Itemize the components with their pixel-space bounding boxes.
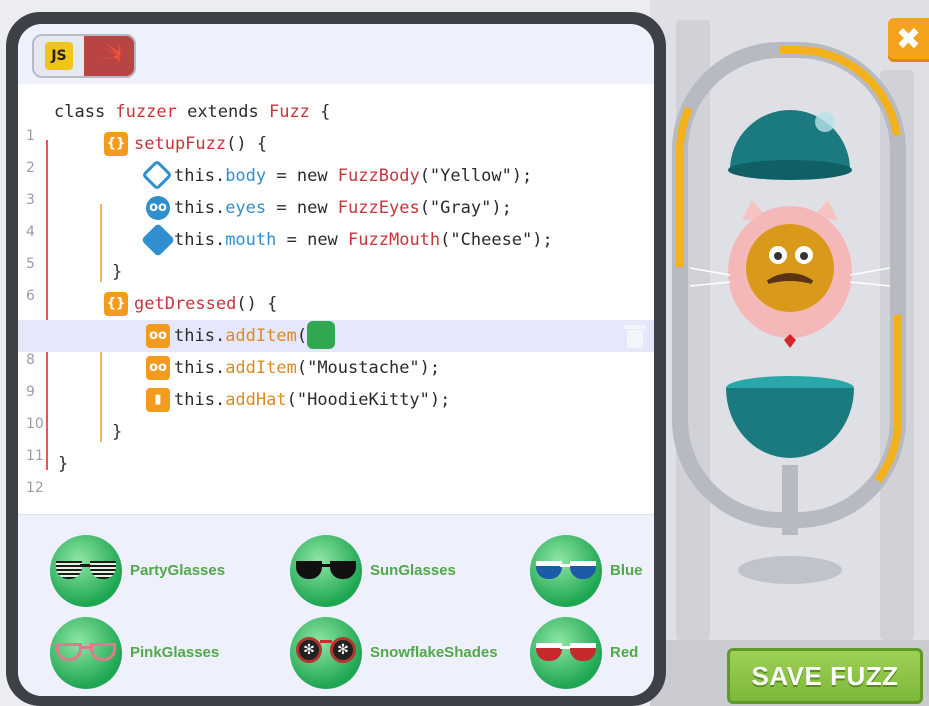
mouth-icon[interactable]: [141, 223, 175, 257]
editor-panel: JS 1 class fuzzer extends Fuzz { 2 {} se…: [6, 12, 666, 706]
code-line: 1 class fuzzer extends Fuzz {: [18, 96, 654, 144]
pink-glasses-icon: [50, 617, 122, 689]
code-line: 2 {} setupFuzz() {: [18, 128, 654, 176]
code-line: 9 oo this.addItem("Moustache");: [18, 352, 654, 400]
code-text: this.body = new FuzzBody("Yellow");: [174, 166, 533, 186]
tab-strip: JS: [18, 24, 654, 84]
code-text: setupFuzz() {: [134, 134, 268, 154]
language-tabs: JS: [32, 34, 136, 78]
hat-icon[interactable]: ▮: [146, 388, 170, 412]
item-label: Red: [610, 644, 639, 661]
close-button[interactable]: ✖: [888, 18, 929, 62]
save-fuzz-button[interactable]: SAVE FUZZ: [727, 648, 923, 704]
item-label: SnowflakeShades: [370, 644, 498, 661]
code-line: 6 }: [18, 256, 654, 304]
item-label: SunGlasses: [370, 562, 456, 579]
function-block-icon[interactable]: {}: [104, 292, 128, 316]
code-text: this.eyes = new FuzzEyes("Gray");: [174, 198, 512, 218]
code-text: }: [58, 454, 69, 474]
code-line: 11 }: [18, 416, 654, 464]
code-line: 5 this.mouth = new FuzzMouth("Cheese");: [18, 223, 654, 272]
blue-glasses-icon: [530, 535, 602, 607]
tab-swift[interactable]: [84, 36, 134, 76]
code-text: this.addHat("HoodieKitty");: [174, 390, 451, 410]
code-line: 12 }: [18, 448, 654, 496]
swift-icon: [96, 41, 122, 71]
function-block-icon[interactable]: {}: [104, 132, 128, 156]
code-text: getDressed() {: [134, 294, 278, 314]
glasses-item-icon[interactable]: oo: [146, 356, 170, 380]
body-icon[interactable]: [141, 159, 173, 191]
code-text: class fuzzer extends Fuzz {: [54, 102, 331, 122]
code-line: 3 this.body = new FuzzBody("Yellow");: [18, 159, 654, 208]
line-number: 12: [26, 480, 44, 496]
glasses-item-icon[interactable]: oo: [146, 324, 170, 348]
party-glasses-icon: [50, 535, 122, 607]
sun-glasses-icon: [290, 535, 362, 607]
snowflake-shades-icon: ✻ ✻: [290, 617, 362, 689]
code-line: 10 ▮ this.addHat("HoodieKitty");: [18, 384, 654, 432]
item-label: Blue: [610, 562, 643, 579]
argument-drop-slot[interactable]: [307, 321, 336, 349]
trash-icon[interactable]: [624, 324, 646, 350]
item-palette: PartyGlasses SunGlasses Blue PinkGlasses: [18, 514, 654, 696]
code-line-active[interactable]: 8 oo this.addItem(: [18, 320, 654, 368]
eyes-icon[interactable]: oo: [146, 196, 170, 220]
code-line: 7 {} getDressed() {: [18, 288, 654, 336]
code-text: }: [112, 262, 123, 282]
tab-javascript[interactable]: JS: [34, 36, 84, 76]
item-label: PinkGlasses: [130, 644, 220, 661]
code-text: }: [112, 422, 123, 442]
item-label: PartyGlasses: [130, 562, 226, 579]
fuzz-capsule: [672, 42, 906, 584]
code-text: this.mouth = new FuzzMouth("Cheese");: [174, 230, 553, 250]
code-editor[interactable]: 1 class fuzzer extends Fuzz { 2 {} setup…: [18, 94, 654, 512]
code-text: this.addItem(: [174, 320, 336, 352]
code-line: 4 oo this.eyes = new FuzzEyes("Gray");: [18, 192, 654, 240]
editor-panel-inner: JS 1 class fuzzer extends Fuzz { 2 {} se…: [18, 24, 654, 696]
red-glasses-icon: [530, 617, 602, 689]
code-text: this.addItem("Moustache");: [174, 358, 441, 378]
javascript-icon: JS: [45, 42, 73, 70]
